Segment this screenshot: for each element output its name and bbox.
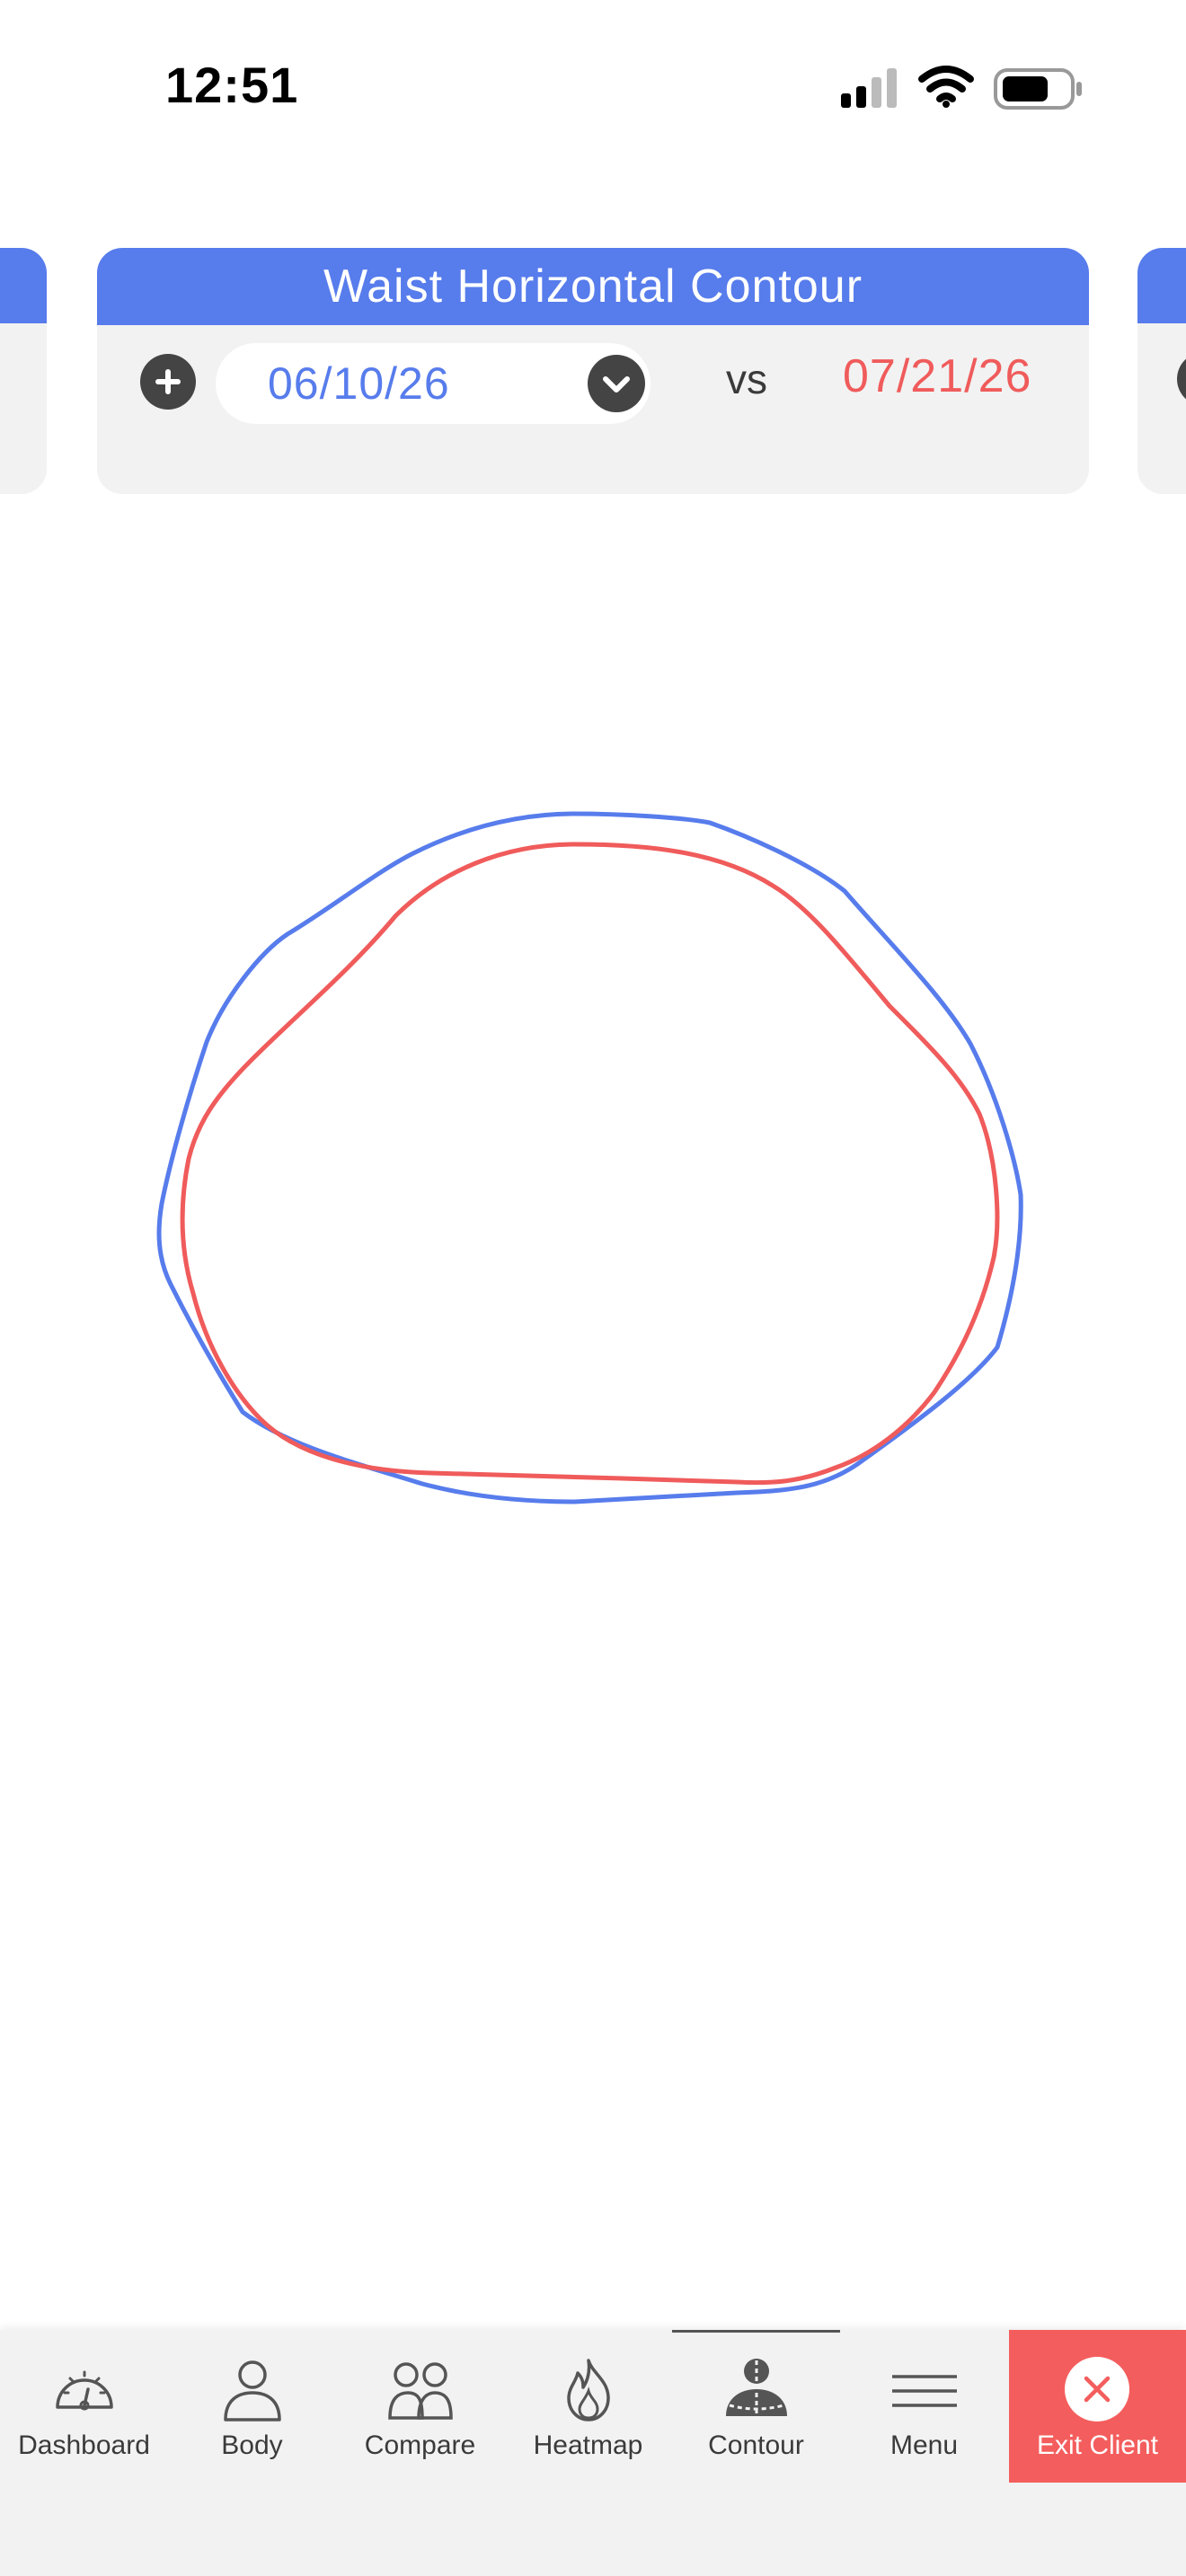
flame-icon	[567, 2359, 610, 2422]
nav-heatmap[interactable]: Heatmap	[504, 2330, 672, 2483]
previous-card-peek[interactable]	[0, 248, 47, 494]
body-contour-icon	[726, 2359, 787, 2418]
contour-chart	[156, 811, 1023, 1504]
close-icon	[1065, 2357, 1129, 2422]
next-card-peek[interactable]	[1137, 248, 1186, 494]
baseline-date-select[interactable]: 06/10/26	[216, 343, 651, 424]
battery-icon	[994, 68, 1082, 110]
add-button[interactable]	[140, 354, 196, 410]
wifi-icon	[918, 66, 974, 108]
exit-client-label: Exit Client	[1036, 2430, 1159, 2460]
bottom-nav: Dashboard Body Compare Heatmap Contour M…	[0, 2330, 1186, 2576]
status-icons	[836, 63, 1087, 117]
contour-card: Waist Horizontal Contour 06/10/26 vs 07/…	[97, 248, 1089, 494]
status-time: 12:51	[165, 57, 299, 113]
card-title: Waist Horizontal Contour	[97, 248, 1089, 325]
nav-contour[interactable]: Contour	[672, 2330, 840, 2483]
person-icon	[224, 2360, 281, 2422]
nav-dashboard[interactable]: Dashboard	[0, 2330, 168, 2483]
vs-label: vs	[726, 356, 767, 402]
status-bar: 12:51	[0, 0, 1186, 171]
menu-icon	[892, 2375, 957, 2407]
exit-client-button[interactable]: Exit Client	[1009, 2330, 1186, 2483]
nav-compare[interactable]: Compare	[336, 2330, 504, 2483]
baseline-date: 06/10/26	[268, 358, 450, 409]
nav-dashboard-label: Dashboard	[18, 2430, 150, 2460]
baseline-contour-outline	[156, 811, 1023, 1504]
chevron-down-icon[interactable]	[588, 355, 645, 412]
nav-body-label: Body	[221, 2430, 283, 2460]
nav-menu[interactable]: Menu	[840, 2330, 1008, 2483]
nav-body[interactable]: Body	[168, 2330, 336, 2483]
nav-contour-label: Contour	[708, 2430, 804, 2460]
nav-heatmap-label: Heatmap	[533, 2430, 643, 2460]
compare-contour-outline	[180, 842, 1000, 1486]
people-icon	[388, 2362, 453, 2420]
compare-date[interactable]: 07/21/26	[843, 345, 1031, 408]
nav-compare-label: Compare	[364, 2430, 476, 2460]
speedometer-icon	[56, 2370, 113, 2411]
nav-menu-label: Menu	[890, 2430, 959, 2460]
cellular-signal-icon	[841, 68, 897, 108]
plus-icon	[155, 369, 181, 394]
add-icon	[1177, 352, 1186, 406]
